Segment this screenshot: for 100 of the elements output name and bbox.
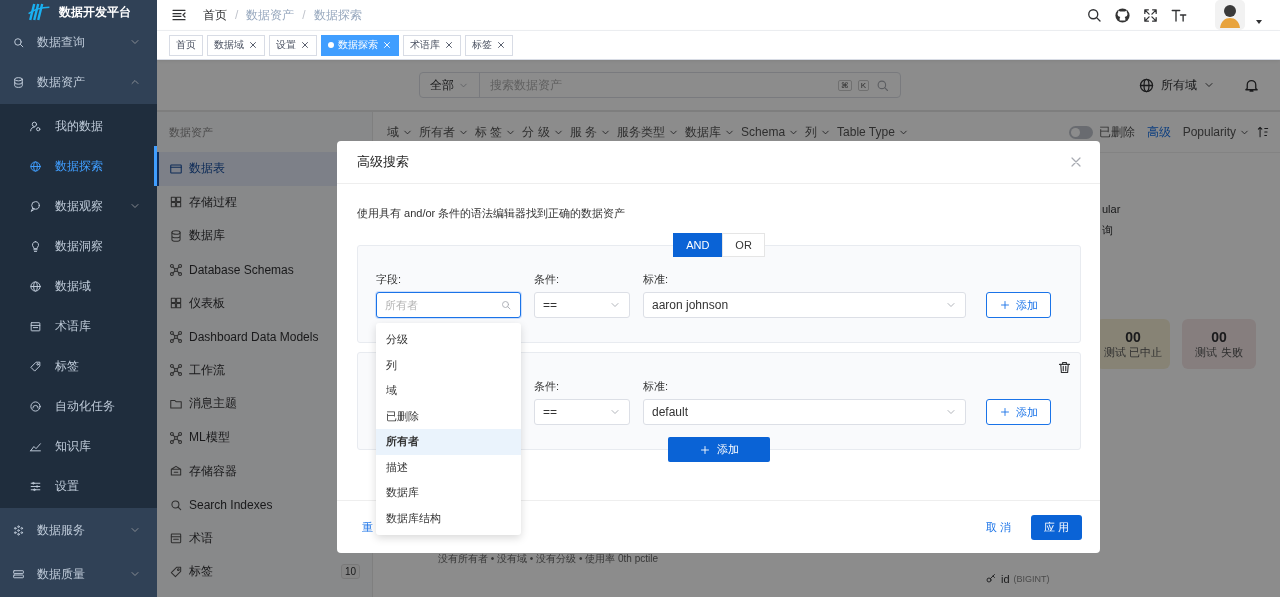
dropdown-option[interactable]: 所有者 [376,429,521,455]
filter-dropdown[interactable]: Table Type [837,125,909,139]
reset-link[interactable]: 重 [362,519,373,535]
fullscreen-icon[interactable] [1142,6,1159,24]
search-icon[interactable] [1085,6,1103,24]
toggle-switch[interactable] [1068,125,1093,139]
tab[interactable]: 标签 [465,34,513,56]
book-icon [169,531,183,546]
criteria-select[interactable]: aaron johnson [643,292,966,318]
dropdown-option[interactable]: 列 [376,352,521,378]
asset-type-item[interactable]: 标签 10 [157,555,372,589]
apply-button[interactable]: 应 用 [1031,514,1082,540]
dropdown-option[interactable]: 描述 [376,454,521,480]
tab[interactable]: 术语库 [403,34,461,56]
nodes-icon [169,430,183,445]
close-icon[interactable] [248,40,258,50]
dropdown-option[interactable]: 域 [376,378,521,404]
calendar-icon [29,319,42,333]
domain-select[interactable]: 所有域 [1161,76,1197,94]
cancel-button[interactable]: 取 消 [979,518,1017,536]
filter-dropdown[interactable]: 服务类型 [617,123,680,141]
asset-type-item[interactable]: Search Indexes [157,487,372,522]
menu-item[interactable]: 数据质量 [0,552,157,596]
dots-icon [12,523,25,537]
filter-dropdown[interactable]: 标 签 [475,123,517,141]
asset-type-item[interactable]: 工作流 [157,353,372,388]
filter-dropdown[interactable]: 分 级 [522,123,564,141]
add-button[interactable]: 添加 [986,399,1051,425]
globe-icon [29,279,42,293]
column-type: (BIGINT) [1013,574,1050,584]
close-icon[interactable] [444,40,454,50]
stack-icon [12,567,25,581]
add-group-button[interactable]: 添加 [668,437,770,462]
submenu-item[interactable]: 数据探索 [0,146,157,186]
field-label: 标准: [643,272,670,287]
asset-type-item[interactable]: 数据库 [157,219,372,253]
menu-item[interactable]: 数据服务 [0,508,157,552]
tab[interactable]: 首页 [169,34,203,56]
submenu-item[interactable]: 我的数据 [0,106,157,146]
stat-label: 测试 已中止 [1103,344,1163,360]
asset-type-item[interactable]: 存储容器 [157,454,372,488]
field-label: 标准: [643,379,670,394]
condition-select[interactable]: == [534,399,630,425]
toggle-label: 已删除 [1098,123,1135,141]
submenu-item[interactable]: 标签 [0,346,157,386]
filter-dropdown[interactable]: 域 [387,123,413,141]
search-icon [500,299,512,311]
submenu-item[interactable]: 术语库 [0,306,157,346]
filter-dropdown[interactable]: Schema [741,125,800,139]
submenu-item[interactable]: 知识库 [0,426,157,466]
tab[interactable]: 设置 [269,34,317,56]
operator-toggle[interactable]: AND [673,233,723,257]
sort-dropdown[interactable]: Popularity [1182,125,1250,139]
asset-type-item[interactable]: Dashboard Data Models [157,319,372,354]
panel-text: ular [1102,202,1122,217]
round-logo-icon[interactable] [1114,6,1131,24]
plus-icon [999,406,1011,418]
menu-item[interactable]: 数据查询 [0,24,157,60]
close-icon[interactable] [496,40,506,50]
filter-dropdown[interactable]: 所有者 [419,123,469,141]
dropdown-option[interactable]: 已删除 [376,403,521,429]
breadcrumb-separator: / [235,8,239,22]
avatar-icon[interactable] [1215,0,1245,30]
dropdown-option[interactable]: 数据库 [376,480,521,506]
filter-dropdown[interactable]: 列 [805,123,832,141]
scope-select[interactable]: 全部 [430,76,454,94]
advanced-link[interactable]: 高级 [1146,123,1171,141]
stat-value: 00 [1211,328,1227,345]
filter-dropdown[interactable]: 数据库 [685,123,736,141]
field-label: 字段: [376,272,403,287]
breadcrumb-item: 数据探索 [313,6,362,24]
dropdown-option[interactable]: 分级 [376,327,521,353]
caret-icon[interactable] [1256,20,1262,24]
operator-toggle[interactable]: OR [722,233,765,257]
breadcrumb-item[interactable]: 首页 [203,6,227,24]
menu-icon[interactable] [171,7,187,23]
nodes-icon [169,329,183,344]
submenu-item[interactable]: 自动化任务 [0,386,157,426]
criteria-select[interactable]: default [643,399,966,425]
tab[interactable]: 数据域 [207,34,265,56]
lightbulb-icon [29,239,42,253]
asset-type-item[interactable]: Database Schemas [157,252,372,287]
dropdown-option[interactable]: 数据库结构 [376,505,521,531]
trash-icon[interactable] [1057,360,1072,375]
sort-icon[interactable] [1256,125,1270,139]
table-icon [169,161,183,176]
submenu-item[interactable]: 设置 [0,466,157,506]
submenu-item[interactable]: 数据洞察 [0,226,157,266]
database-icon [12,75,25,89]
add-button[interactable]: 添加 [986,292,1051,318]
submenu-item[interactable]: 数据域 [0,266,157,306]
asset-type-item[interactable]: 仪表板 [157,286,372,320]
condition-select[interactable]: == [534,292,630,318]
menu-item[interactable]: 数据资产 [0,60,157,104]
asset-type-item[interactable]: 消息主题 [157,387,372,421]
submenu-item[interactable]: 数据观察 [0,186,157,226]
close-icon[interactable] [300,40,310,50]
asset-type-item[interactable]: ML模型 [157,420,372,455]
count-badge: 10 [340,564,360,580]
filter-dropdown[interactable]: 服 务 [569,123,612,141]
